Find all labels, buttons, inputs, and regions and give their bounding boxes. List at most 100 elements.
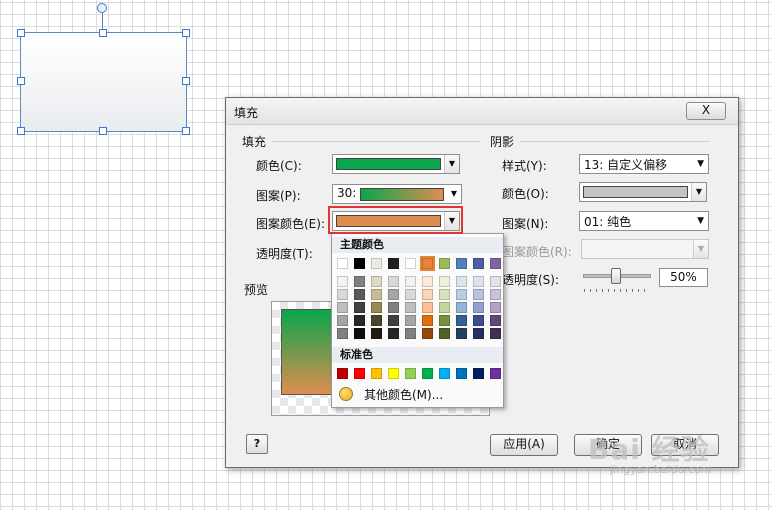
- theme-shade-swatch[interactable]: [354, 302, 365, 313]
- standard-color-swatch[interactable]: [371, 368, 382, 379]
- resize-handle-b[interactable]: [99, 127, 107, 135]
- theme-color-swatch[interactable]: [337, 258, 348, 269]
- fill-group-divider: [272, 141, 480, 142]
- theme-shade-swatch[interactable]: [456, 289, 467, 300]
- theme-color-swatch[interactable]: [439, 258, 450, 269]
- theme-shade-swatch[interactable]: [490, 302, 501, 313]
- shadow-style-dropdown[interactable]: 13: 自定义偏移 ▼: [579, 154, 709, 174]
- fill-color-dropdown[interactable]: ▼: [332, 154, 460, 174]
- pattern-value: 30:: [337, 186, 357, 200]
- theme-shade-swatch[interactable]: [490, 328, 501, 339]
- theme-shade-swatch[interactable]: [422, 276, 433, 287]
- shadow-pattern-value: 01: 纯色: [584, 215, 632, 229]
- theme-shade-swatch[interactable]: [456, 276, 467, 287]
- theme-shade-swatch[interactable]: [405, 276, 416, 287]
- theme-color-swatch[interactable]: [420, 256, 435, 271]
- theme-shade-swatch[interactable]: [439, 302, 450, 313]
- resize-handle-bl[interactable]: [17, 127, 25, 135]
- standard-color-swatch[interactable]: [337, 368, 348, 379]
- theme-shade-swatch[interactable]: [405, 289, 416, 300]
- theme-color-swatch[interactable]: [388, 258, 399, 269]
- theme-color-swatch[interactable]: [490, 258, 501, 269]
- theme-shade-swatch[interactable]: [371, 276, 382, 287]
- theme-shade-swatch[interactable]: [337, 302, 348, 313]
- standard-color-swatch[interactable]: [473, 368, 484, 379]
- apply-button[interactable]: 应用(A): [490, 434, 558, 456]
- theme-shade-swatch[interactable]: [473, 276, 484, 287]
- theme-shade-swatch[interactable]: [439, 328, 450, 339]
- theme-shade-swatch[interactable]: [371, 315, 382, 326]
- standard-color-swatch[interactable]: [354, 368, 365, 379]
- rotation-handle[interactable]: [97, 3, 107, 13]
- theme-shade-swatch[interactable]: [422, 302, 433, 313]
- pattern-label: 图案(P):: [256, 189, 301, 203]
- theme-shade-swatch[interactable]: [371, 328, 382, 339]
- theme-shade-swatch[interactable]: [490, 276, 501, 287]
- resize-handle-br[interactable]: [182, 127, 190, 135]
- theme-shade-swatch[interactable]: [473, 302, 484, 313]
- theme-shade-swatch[interactable]: [337, 276, 348, 287]
- palette-icon: [339, 387, 353, 401]
- theme-color-swatch[interactable]: [473, 258, 484, 269]
- pattern-dropdown[interactable]: 30: ▼: [332, 184, 462, 204]
- standard-color-swatch[interactable]: [405, 368, 416, 379]
- theme-shade-swatch[interactable]: [354, 315, 365, 326]
- theme-shade-swatch[interactable]: [388, 289, 399, 300]
- standard-color-swatch[interactable]: [422, 368, 433, 379]
- theme-color-swatch[interactable]: [456, 258, 467, 269]
- theme-color-swatch[interactable]: [371, 258, 382, 269]
- theme-shade-swatch[interactable]: [405, 328, 416, 339]
- standard-color-swatch[interactable]: [456, 368, 467, 379]
- theme-shade-swatch[interactable]: [456, 328, 467, 339]
- shadow-group-divider: [520, 141, 710, 142]
- canvas-shape[interactable]: [20, 32, 187, 132]
- watermark-logo: Bai 经验: [588, 433, 710, 466]
- standard-color-swatch[interactable]: [439, 368, 450, 379]
- theme-shade-swatch[interactable]: [354, 328, 365, 339]
- help-button[interactable]: ?: [246, 434, 268, 454]
- theme-shade-swatch[interactable]: [456, 315, 467, 326]
- theme-shade-swatch[interactable]: [354, 289, 365, 300]
- theme-shade-swatch[interactable]: [405, 302, 416, 313]
- theme-shade-swatch[interactable]: [473, 315, 484, 326]
- theme-shade-swatch[interactable]: [490, 315, 501, 326]
- theme-color-swatch[interactable]: [405, 258, 416, 269]
- theme-shade-swatch[interactable]: [337, 315, 348, 326]
- chevron-down-icon: ▼: [693, 240, 708, 258]
- watermark-url: jingyan.baidu.com: [610, 463, 712, 476]
- theme-shade-swatch[interactable]: [354, 276, 365, 287]
- shadow-pattern-dropdown[interactable]: 01: 纯色 ▼: [579, 211, 709, 231]
- resize-handle-tr[interactable]: [182, 29, 190, 37]
- shadow-transparency-input[interactable]: 50%: [659, 268, 708, 287]
- theme-shade-swatch[interactable]: [456, 302, 467, 313]
- standard-color-swatch[interactable]: [490, 368, 501, 379]
- theme-shade-swatch[interactable]: [422, 328, 433, 339]
- theme-shade-swatch[interactable]: [405, 315, 416, 326]
- theme-shade-swatch[interactable]: [388, 302, 399, 313]
- standard-color-swatch[interactable]: [388, 368, 399, 379]
- theme-shade-swatch[interactable]: [371, 289, 382, 300]
- theme-shade-swatch[interactable]: [473, 289, 484, 300]
- theme-shade-swatch[interactable]: [439, 289, 450, 300]
- theme-color-swatch[interactable]: [354, 258, 365, 269]
- theme-shade-swatch[interactable]: [439, 315, 450, 326]
- theme-shade-swatch[interactable]: [422, 315, 433, 326]
- theme-shade-swatch[interactable]: [473, 328, 484, 339]
- theme-shade-swatch[interactable]: [337, 328, 348, 339]
- resize-handle-r[interactable]: [182, 77, 190, 85]
- close-button[interactable]: X: [686, 102, 726, 120]
- shadow-color-dropdown[interactable]: ▼: [579, 182, 707, 202]
- theme-shade-swatch[interactable]: [422, 289, 433, 300]
- theme-shade-swatch[interactable]: [388, 328, 399, 339]
- transparency-slider-thumb[interactable]: [611, 268, 621, 284]
- theme-shade-swatch[interactable]: [388, 276, 399, 287]
- theme-shade-swatch[interactable]: [490, 289, 501, 300]
- resize-handle-tl[interactable]: [17, 29, 25, 37]
- more-colors-item[interactable]: 其他颜色(M)...: [332, 383, 503, 405]
- resize-handle-l[interactable]: [17, 77, 25, 85]
- resize-handle-t[interactable]: [99, 29, 107, 37]
- theme-shade-swatch[interactable]: [337, 289, 348, 300]
- theme-shade-swatch[interactable]: [388, 315, 399, 326]
- theme-shade-swatch[interactable]: [371, 302, 382, 313]
- theme-shade-swatch[interactable]: [439, 276, 450, 287]
